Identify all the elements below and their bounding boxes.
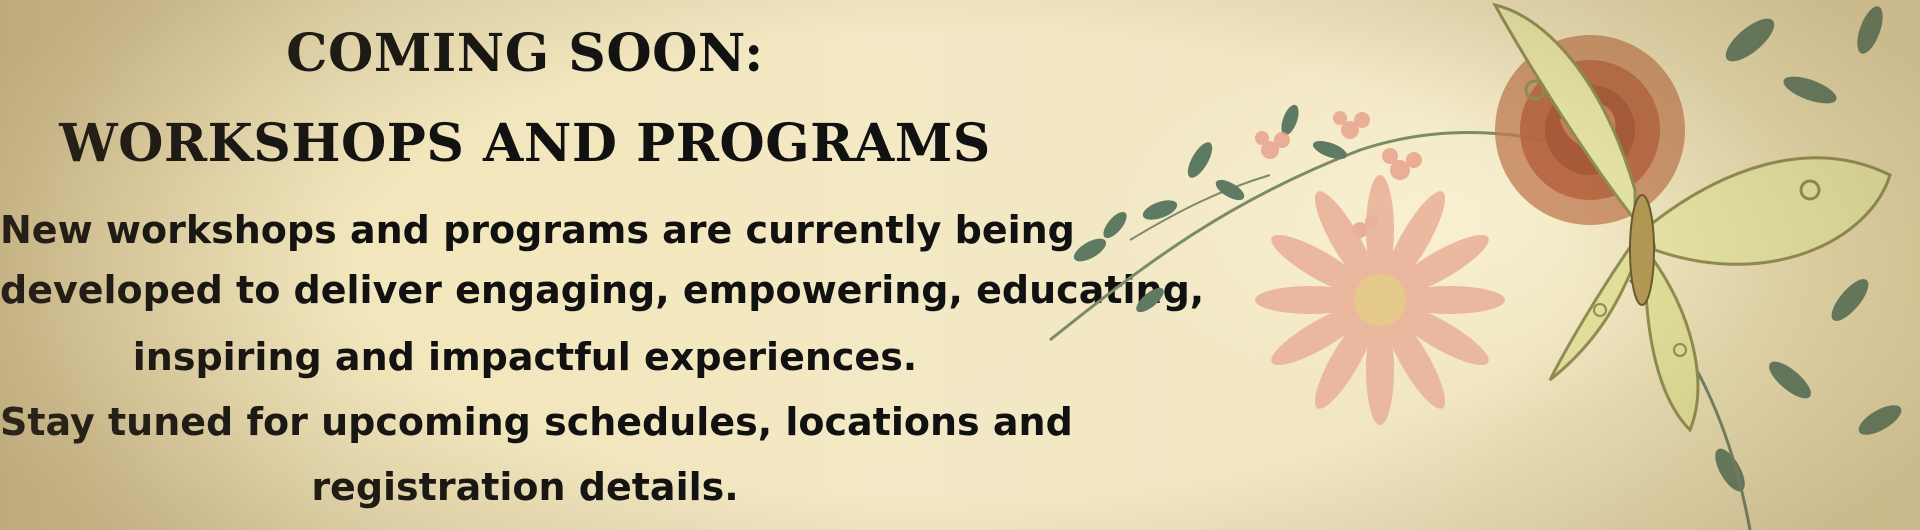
pink-daisy-flower — [1255, 175, 1505, 425]
coming-soon-banner: COMING SOON: WORKSHOPS AND PROGRAMS New … — [0, 0, 1920, 530]
description-line-5: registration details. — [311, 465, 739, 509]
description-line-2: developed to deliver engaging, empowerin… — [0, 268, 1205, 312]
banner-title-line-2: WORKSHOPS AND PROGRAMS — [59, 113, 991, 174]
description-line-4: Stay tuned for upcoming schedules, locat… — [0, 400, 1073, 444]
butterfly-floral-illustration — [1049, 2, 1902, 530]
butterfly-lower-right-wing — [1643, 252, 1700, 433]
description-line-3: inspiring and impactful experiences. — [132, 335, 918, 379]
butterfly-body — [1629, 194, 1655, 306]
butterfly-upper-right-wing — [1648, 156, 1892, 266]
announcement-text: COMING SOON: WORKSHOPS AND PROGRAMS New … — [0, 0, 1205, 530]
description-line-1: New workshops and programs are currently… — [0, 208, 1075, 252]
banner-title-line-1: COMING SOON: — [286, 23, 764, 84]
leaf-cluster-left — [1073, 104, 1348, 313]
